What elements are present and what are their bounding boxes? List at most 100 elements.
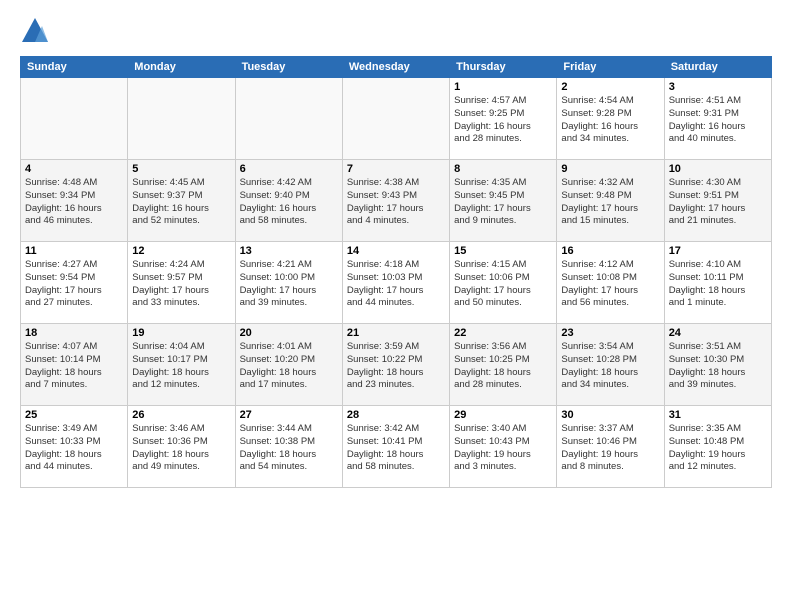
- day-cell: 9 Sunrise: 4:32 AM Sunset: 9:48 PM Daylig…: [557, 160, 664, 242]
- header: [20, 16, 772, 46]
- day-info: Sunrise: 4:18 AM Sunset: 10:03 PM Daylig…: [347, 259, 445, 310]
- day-cell: 22 Sunrise: 3:56 AM Sunset: 10:25 PM Dayl…: [450, 324, 557, 406]
- day-number: 27: [240, 409, 338, 421]
- day-info: Sunrise: 4:51 AM Sunset: 9:31 PM Dayligh…: [669, 95, 767, 146]
- day-info: Sunrise: 4:32 AM Sunset: 9:48 PM Dayligh…: [561, 177, 659, 228]
- week-row-5: 25 Sunrise: 3:49 AM Sunset: 10:33 PM Dayl…: [21, 406, 772, 488]
- calendar-table: SundayMondayTuesdayWednesdayThursdayFrid…: [20, 56, 772, 488]
- day-number: 29: [454, 409, 552, 421]
- day-info: Sunrise: 4:42 AM Sunset: 9:40 PM Dayligh…: [240, 177, 338, 228]
- day-info: Sunrise: 3:35 AM Sunset: 10:48 PM Daylig…: [669, 423, 767, 474]
- day-number: 30: [561, 409, 659, 421]
- day-number: 25: [25, 409, 123, 421]
- day-info: Sunrise: 3:54 AM Sunset: 10:28 PM Daylig…: [561, 341, 659, 392]
- day-cell: 28Sunrise: 3:42 AM Sunset: 10:41 PM Dayl…: [342, 406, 449, 488]
- day-number: 13: [240, 245, 338, 257]
- day-info: Sunrise: 3:40 AM Sunset: 10:43 PM Daylig…: [454, 423, 552, 474]
- header-row: SundayMondayTuesdayWednesdayThursdayFrid…: [21, 57, 772, 78]
- day-cell: 2 Sunrise: 4:54 AM Sunset: 9:28 PM Daylig…: [557, 78, 664, 160]
- day-cell: 11Sunrise: 4:27 AM Sunset: 9:54 PM Dayli…: [21, 242, 128, 324]
- day-cell: [128, 78, 235, 160]
- day-info: Sunrise: 3:44 AM Sunset: 10:38 PM Daylig…: [240, 423, 338, 474]
- logo-icon: [20, 16, 50, 46]
- day-number: 31: [669, 409, 767, 421]
- day-cell: [342, 78, 449, 160]
- day-cell: 8Sunrise: 4:35 AM Sunset: 9:45 PM Daylig…: [450, 160, 557, 242]
- day-info: Sunrise: 4:15 AM Sunset: 10:06 PM Daylig…: [454, 259, 552, 310]
- day-number: 9: [561, 163, 659, 175]
- calendar-header: SundayMondayTuesdayWednesdayThursdayFrid…: [21, 57, 772, 78]
- day-cell: 3 Sunrise: 4:51 AM Sunset: 9:31 PM Daylig…: [664, 78, 771, 160]
- day-cell: 15 Sunrise: 4:15 AM Sunset: 10:06 PM Dayl…: [450, 242, 557, 324]
- day-number: 19: [132, 327, 230, 339]
- day-number: 3: [669, 81, 767, 93]
- day-number: 17: [669, 245, 767, 257]
- day-cell: 27 Sunrise: 3:44 AM Sunset: 10:38 PM Dayl…: [235, 406, 342, 488]
- day-info: Sunrise: 3:46 AM Sunset: 10:36 PM Daylig…: [132, 423, 230, 474]
- day-info: Sunrise: 4:01 AM Sunset: 10:20 PM Daylig…: [240, 341, 338, 392]
- day-number: 14: [347, 245, 445, 257]
- day-info: Sunrise: 4:10 AM Sunset: 10:11 PM Daylig…: [669, 259, 767, 310]
- week-row-2: 4Sunrise: 4:48 AM Sunset: 9:34 PM Daylig…: [21, 160, 772, 242]
- day-number: 15: [454, 245, 552, 257]
- day-number: 26: [132, 409, 230, 421]
- day-cell: 29 Sunrise: 3:40 AM Sunset: 10:43 PM Dayl…: [450, 406, 557, 488]
- day-info: Sunrise: 4:38 AM Sunset: 9:43 PM Dayligh…: [347, 177, 445, 228]
- day-cell: 4Sunrise: 4:48 AM Sunset: 9:34 PM Daylig…: [21, 160, 128, 242]
- day-number: 1: [454, 81, 552, 93]
- day-cell: 5 Sunrise: 4:45 AM Sunset: 9:37 PM Daylig…: [128, 160, 235, 242]
- day-number: 21: [347, 327, 445, 339]
- week-row-4: 18Sunrise: 4:07 AM Sunset: 10:14 PM Dayl…: [21, 324, 772, 406]
- day-info: Sunrise: 4:54 AM Sunset: 9:28 PM Dayligh…: [561, 95, 659, 146]
- day-cell: 26 Sunrise: 3:46 AM Sunset: 10:36 PM Dayl…: [128, 406, 235, 488]
- day-number: 28: [347, 409, 445, 421]
- day-cell: 13 Sunrise: 4:21 AM Sunset: 10:00 PM Dayl…: [235, 242, 342, 324]
- day-info: Sunrise: 4:04 AM Sunset: 10:17 PM Daylig…: [132, 341, 230, 392]
- day-info: Sunrise: 4:12 AM Sunset: 10:08 PM Daylig…: [561, 259, 659, 310]
- week-row-3: 11Sunrise: 4:27 AM Sunset: 9:54 PM Dayli…: [21, 242, 772, 324]
- day-number: 5: [132, 163, 230, 175]
- day-cell: [21, 78, 128, 160]
- day-cell: [235, 78, 342, 160]
- day-number: 12: [132, 245, 230, 257]
- column-header-thursday: Thursday: [450, 57, 557, 78]
- day-info: Sunrise: 3:59 AM Sunset: 10:22 PM Daylig…: [347, 341, 445, 392]
- day-info: Sunrise: 3:49 AM Sunset: 10:33 PM Daylig…: [25, 423, 123, 474]
- day-number: 10: [669, 163, 767, 175]
- day-info: Sunrise: 4:45 AM Sunset: 9:37 PM Dayligh…: [132, 177, 230, 228]
- day-number: 22: [454, 327, 552, 339]
- day-number: 6: [240, 163, 338, 175]
- day-cell: 6 Sunrise: 4:42 AM Sunset: 9:40 PM Daylig…: [235, 160, 342, 242]
- page: SundayMondayTuesdayWednesdayThursdayFrid…: [0, 0, 792, 612]
- column-header-wednesday: Wednesday: [342, 57, 449, 78]
- column-header-friday: Friday: [557, 57, 664, 78]
- day-number: 24: [669, 327, 767, 339]
- day-cell: 24 Sunrise: 3:51 AM Sunset: 10:30 PM Dayl…: [664, 324, 771, 406]
- day-cell: 17 Sunrise: 4:10 AM Sunset: 10:11 PM Dayl…: [664, 242, 771, 324]
- day-number: 8: [454, 163, 552, 175]
- day-cell: 21 Sunrise: 3:59 AM Sunset: 10:22 PM Dayl…: [342, 324, 449, 406]
- column-header-tuesday: Tuesday: [235, 57, 342, 78]
- day-cell: 12Sunrise: 4:24 AM Sunset: 9:57 PM Dayli…: [128, 242, 235, 324]
- day-info: Sunrise: 3:37 AM Sunset: 10:46 PM Daylig…: [561, 423, 659, 474]
- column-header-monday: Monday: [128, 57, 235, 78]
- day-cell: 19 Sunrise: 4:04 AM Sunset: 10:17 PM Dayl…: [128, 324, 235, 406]
- day-cell: 14 Sunrise: 4:18 AM Sunset: 10:03 PM Dayl…: [342, 242, 449, 324]
- day-info: Sunrise: 4:07 AM Sunset: 10:14 PM Daylig…: [25, 341, 123, 392]
- day-cell: 1Sunrise: 4:57 AM Sunset: 9:25 PM Daylig…: [450, 78, 557, 160]
- day-number: 7: [347, 163, 445, 175]
- day-number: 23: [561, 327, 659, 339]
- day-cell: 7 Sunrise: 4:38 AM Sunset: 9:43 PM Daylig…: [342, 160, 449, 242]
- day-number: 20: [240, 327, 338, 339]
- day-info: Sunrise: 4:21 AM Sunset: 10:00 PM Daylig…: [240, 259, 338, 310]
- day-info: Sunrise: 4:48 AM Sunset: 9:34 PM Dayligh…: [25, 177, 123, 228]
- day-number: 2: [561, 81, 659, 93]
- day-info: Sunrise: 3:56 AM Sunset: 10:25 PM Daylig…: [454, 341, 552, 392]
- column-header-sunday: Sunday: [21, 57, 128, 78]
- day-info: Sunrise: 3:51 AM Sunset: 10:30 PM Daylig…: [669, 341, 767, 392]
- calendar-body: 1Sunrise: 4:57 AM Sunset: 9:25 PM Daylig…: [21, 78, 772, 488]
- week-row-1: 1Sunrise: 4:57 AM Sunset: 9:25 PM Daylig…: [21, 78, 772, 160]
- logo: [20, 16, 54, 46]
- day-cell: 18Sunrise: 4:07 AM Sunset: 10:14 PM Dayl…: [21, 324, 128, 406]
- day-cell: 10Sunrise: 4:30 AM Sunset: 9:51 PM Dayli…: [664, 160, 771, 242]
